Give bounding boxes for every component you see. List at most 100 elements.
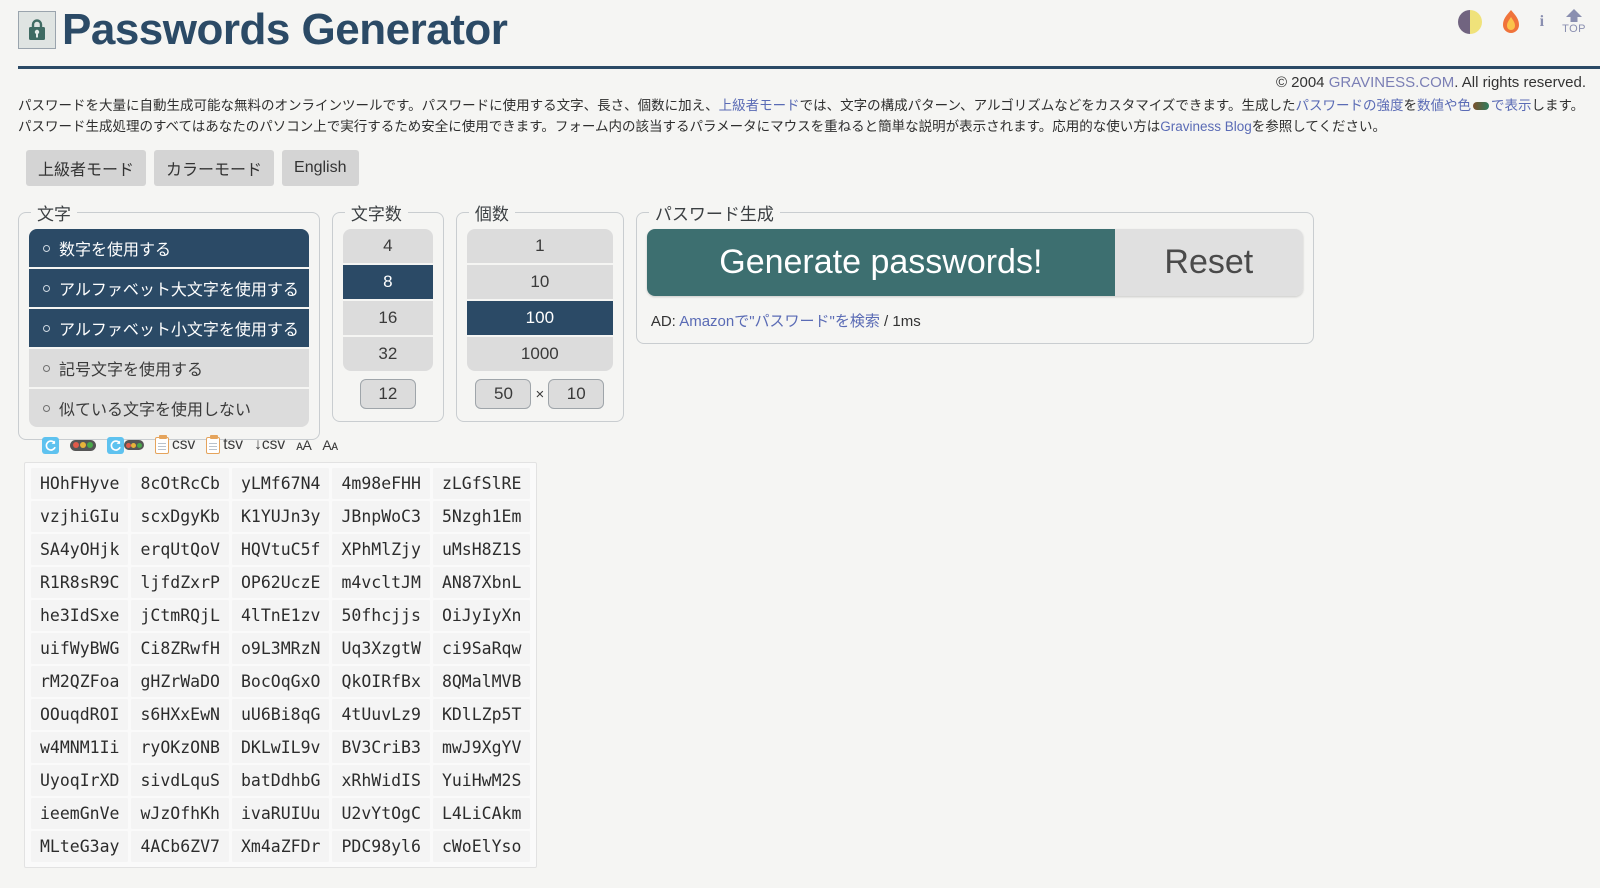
password-cell[interactable]: yLMf67N4	[231, 468, 330, 499]
font-size-increase-icon[interactable]: ᴀA	[296, 437, 312, 453]
refresh-icon[interactable]	[42, 436, 59, 454]
password-cell[interactable]: cWoElYso	[432, 831, 531, 862]
ad-amazon-link[interactable]: Amazonで"パスワード"を検索	[679, 313, 880, 330]
desc-link-display[interactable]: で表示	[1491, 98, 1532, 113]
option-use-uppercase[interactable]: アルファベット大文字を使用する	[29, 269, 309, 307]
password-cell[interactable]: U2vYtOgC	[332, 798, 430, 829]
password-cell[interactable]: OiJyIyXn	[432, 600, 531, 631]
password-cell[interactable]: BV3CriB3	[332, 732, 430, 763]
count-option-1[interactable]: 1	[466, 229, 613, 263]
password-cell[interactable]: BocOqGxO	[231, 666, 330, 697]
length-option-8[interactable]: 8	[342, 265, 433, 299]
password-cell[interactable]: PDC98yl6	[332, 831, 430, 862]
password-cell[interactable]: m4vcltJM	[332, 567, 430, 598]
count-option-10[interactable]: 10	[466, 265, 613, 299]
advanced-mode-button[interactable]: 上級者モード	[26, 150, 147, 186]
password-cell[interactable]: 8QMalMVB	[432, 666, 531, 697]
reset-button[interactable]: Reset	[1114, 229, 1303, 296]
graviness-link[interactable]: GRAVINESS.COM	[1329, 74, 1455, 91]
password-cell[interactable]: JBnpWoC3	[332, 501, 430, 532]
desc-link-value-color[interactable]: 数値や色	[1417, 98, 1471, 113]
password-cell[interactable]: L4LiCAkm	[432, 798, 531, 829]
password-cell[interactable]: scxDgyKb	[131, 501, 229, 532]
refresh-strength-icon[interactable]	[107, 436, 144, 454]
count-option-1000[interactable]: 1000	[466, 337, 613, 371]
password-cell[interactable]: he3IdSxe	[31, 600, 129, 631]
option-use-digits[interactable]: 数字を使用する	[29, 229, 309, 267]
password-cell[interactable]: OP62UczE	[231, 567, 330, 598]
password-cell[interactable]: ieemGnVe	[31, 798, 129, 829]
password-cell[interactable]: ivaRUIUu	[231, 798, 330, 829]
length-option-32[interactable]: 32	[342, 337, 433, 371]
copy-csv-icon[interactable]: csv	[155, 434, 195, 454]
password-cell[interactable]: mwJ9XgYV	[432, 732, 531, 763]
password-cell[interactable]: erqUtQoV	[131, 534, 229, 565]
password-cell[interactable]: MLteG3ay	[31, 831, 129, 862]
length-option-4[interactable]: 4	[342, 229, 433, 263]
back-to-top-icon[interactable]: TOP	[1562, 8, 1586, 35]
length-option-16[interactable]: 16	[342, 301, 433, 335]
download-csv-icon[interactable]: ↓csv	[254, 436, 285, 454]
copy-tsv-icon[interactable]: tsv	[206, 434, 243, 454]
font-size-decrease-icon[interactable]: Aᴀ	[322, 437, 338, 453]
password-cell[interactable]: xRhWidIS	[332, 765, 430, 796]
generate-passwords-button[interactable]: Generate passwords!	[646, 229, 1115, 296]
password-cell[interactable]: 4lTnE1zv	[231, 600, 330, 631]
password-cell[interactable]: Xm4aZFDr	[231, 831, 330, 862]
desc-link-advanced-mode[interactable]: 上級者モード	[719, 98, 800, 113]
theme-toggle-icon[interactable]	[1457, 9, 1482, 34]
length-custom-input[interactable]	[359, 379, 416, 409]
password-cell[interactable]: jCtmRQjL	[131, 600, 229, 631]
password-cell[interactable]: ryOKzONB	[131, 732, 229, 763]
color-mode-button[interactable]: カラーモード	[154, 150, 275, 186]
password-cell[interactable]: w4MNM1Ii	[31, 732, 129, 763]
password-cell[interactable]: vzjhiGIu	[31, 501, 129, 532]
password-cell[interactable]: UyoqIrXD	[31, 765, 129, 796]
desc-link-strength[interactable]: パスワードの強度	[1296, 98, 1404, 113]
password-cell[interactable]: R1R8sR9C	[31, 567, 129, 598]
info-icon[interactable]: i	[1540, 13, 1544, 31]
password-cell[interactable]: ci9SaRqw	[432, 633, 531, 664]
password-cell[interactable]: SA4yOHjk	[31, 534, 129, 565]
password-cell[interactable]: OOuqdROI	[31, 699, 129, 730]
count-rows-input[interactable]	[475, 379, 532, 409]
password-cell[interactable]: 8cOtRcCb	[131, 468, 229, 499]
desc-link-blog[interactable]: Graviness Blog	[1160, 119, 1252, 134]
password-cell[interactable]: ljfdZxrP	[131, 567, 229, 598]
password-cell[interactable]: 50fhcjjs	[332, 600, 430, 631]
password-cell[interactable]: XPhMlZjy	[332, 534, 430, 565]
password-cell[interactable]: batDdhbG	[231, 765, 330, 796]
password-cell[interactable]: YuiHwM2S	[432, 765, 531, 796]
password-cell[interactable]: AN87XbnL	[432, 567, 531, 598]
password-cell[interactable]: gHZrWaDO	[131, 666, 229, 697]
english-mode-button[interactable]: English	[282, 150, 359, 186]
flame-icon[interactable]	[1500, 9, 1522, 35]
password-cell[interactable]: HOhFHyve	[31, 468, 129, 499]
password-cell[interactable]: s6HXxEwN	[131, 699, 229, 730]
strength-meter-icon[interactable]	[70, 439, 96, 451]
password-cell[interactable]: uMsH8Z1S	[432, 534, 531, 565]
password-cell[interactable]: 4tUuvLz9	[332, 699, 430, 730]
password-cell[interactable]: rM2QZFoa	[31, 666, 129, 697]
password-cell[interactable]: 4m98eFHH	[332, 468, 430, 499]
count-cols-input[interactable]	[548, 379, 605, 409]
password-cell[interactable]: Uq3XzgtW	[332, 633, 430, 664]
count-option-100[interactable]: 100	[466, 301, 613, 335]
option-use-symbols[interactable]: 記号文字を使用する	[29, 349, 309, 387]
option-exclude-similar[interactable]: 似ている文字を使用しない	[29, 389, 309, 427]
password-cell[interactable]: QkOIRfBx	[332, 666, 430, 697]
password-cell[interactable]: uifWyBWG	[31, 633, 129, 664]
password-cell[interactable]: sivdLquS	[131, 765, 229, 796]
password-cell[interactable]: uU6Bi8qG	[231, 699, 330, 730]
password-cell[interactable]: zLGfSlRE	[432, 468, 531, 499]
password-cell[interactable]: o9L3MRzN	[231, 633, 330, 664]
password-cell[interactable]: HQVtuC5f	[231, 534, 330, 565]
password-cell[interactable]: KDlLZp5T	[432, 699, 531, 730]
password-cell[interactable]: Ci8ZRwfH	[131, 633, 229, 664]
password-cell[interactable]: 4ACb6ZV7	[131, 831, 229, 862]
password-cell[interactable]: K1YUJn3y	[231, 501, 330, 532]
password-cell[interactable]: wJzOfhKh	[131, 798, 229, 829]
option-use-lowercase[interactable]: アルファベット小文字を使用する	[29, 309, 309, 347]
password-cell[interactable]: DKLwIL9v	[231, 732, 330, 763]
password-cell[interactable]: 5Nzgh1Em	[432, 501, 531, 532]
